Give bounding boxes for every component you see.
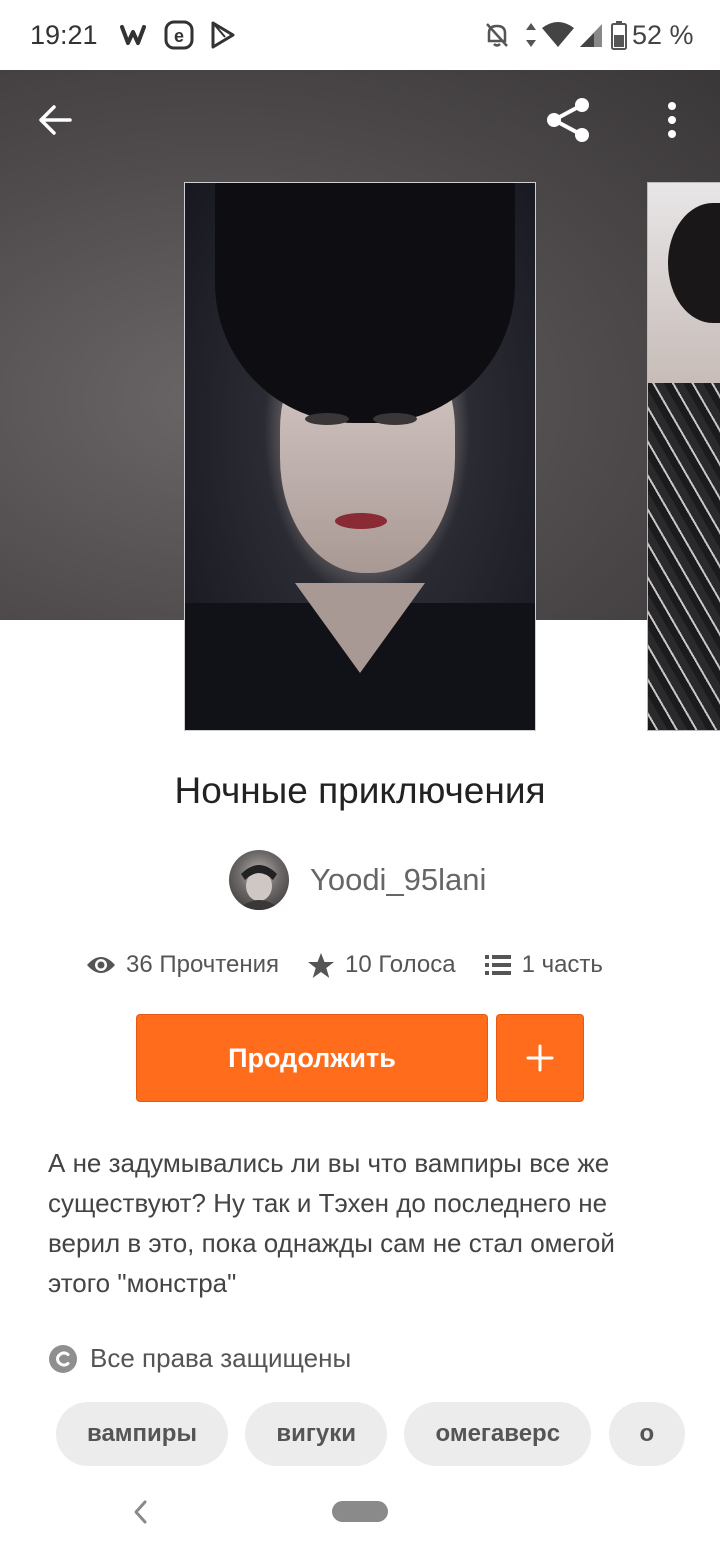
votes-stat: 10 Голоса xyxy=(307,951,456,979)
tag-chip[interactable]: о xyxy=(608,1402,686,1466)
tag-chip[interactable]: омегаверс xyxy=(404,1402,592,1466)
story-cover[interactable] xyxy=(184,182,536,731)
status-time: 19:21 xyxy=(30,20,98,50)
list-icon xyxy=(484,955,511,975)
battery-percent: 52 % xyxy=(632,20,694,50)
bell-off-icon xyxy=(482,18,512,52)
reads-stat: 36 Прочтения xyxy=(86,951,279,979)
reads-count: 36 Прочтения xyxy=(126,951,280,978)
plus-icon xyxy=(526,1044,554,1072)
star-icon xyxy=(308,952,335,978)
more-options-button[interactable] xyxy=(644,92,700,148)
eye-icon xyxy=(87,957,115,973)
wattpad-icon xyxy=(118,18,154,52)
parts-stat: 1 часть xyxy=(484,951,603,979)
tag-list: вампиры вигуки омегаверс о xyxy=(56,1402,688,1466)
nav-back-button[interactable] xyxy=(122,1494,158,1530)
parts-count: 1 часть xyxy=(521,951,603,978)
votes-count: 10 Голоса xyxy=(345,951,456,978)
continue-reading-button[interactable]: Продолжить xyxy=(136,1014,488,1102)
next-story-cover[interactable] xyxy=(647,182,720,731)
battery-icon xyxy=(610,18,628,52)
share-button[interactable] xyxy=(540,92,596,148)
story-title: Ночные приключения xyxy=(174,770,546,811)
data-arrows-icon xyxy=(522,18,540,52)
back-button[interactable] xyxy=(28,92,84,148)
svg-text:e: e xyxy=(174,26,184,46)
signal-icon xyxy=(578,18,604,52)
add-to-library-button[interactable] xyxy=(496,1014,584,1102)
story-description: А не задумывались ли вы что вампиры все … xyxy=(48,1148,615,1298)
wifi-icon xyxy=(540,18,576,52)
play-store-icon xyxy=(208,18,238,52)
arrow-left-icon xyxy=(39,105,72,135)
tag-chip[interactable]: вампиры xyxy=(56,1402,228,1466)
copyright-notice: Все права защищены xyxy=(48,1343,351,1374)
e-app-icon: e xyxy=(163,18,195,52)
author-name[interactable]: Yoodi_95lani xyxy=(310,862,486,898)
chevron-left-icon xyxy=(134,1500,147,1524)
copyright-label: Все права защищены xyxy=(90,1343,352,1373)
story-stats: 36 Прочтения 10 Голоса 1 часть xyxy=(86,945,603,985)
status-bar: 19:21 e 52 % xyxy=(0,0,720,70)
nav-home-handle[interactable] xyxy=(332,1501,388,1522)
copyright-icon xyxy=(49,1344,77,1373)
more-vertical-icon xyxy=(668,102,676,138)
tag-chip[interactable]: вигуки xyxy=(245,1402,388,1466)
share-icon xyxy=(547,98,589,142)
avatar[interactable] xyxy=(229,850,289,910)
